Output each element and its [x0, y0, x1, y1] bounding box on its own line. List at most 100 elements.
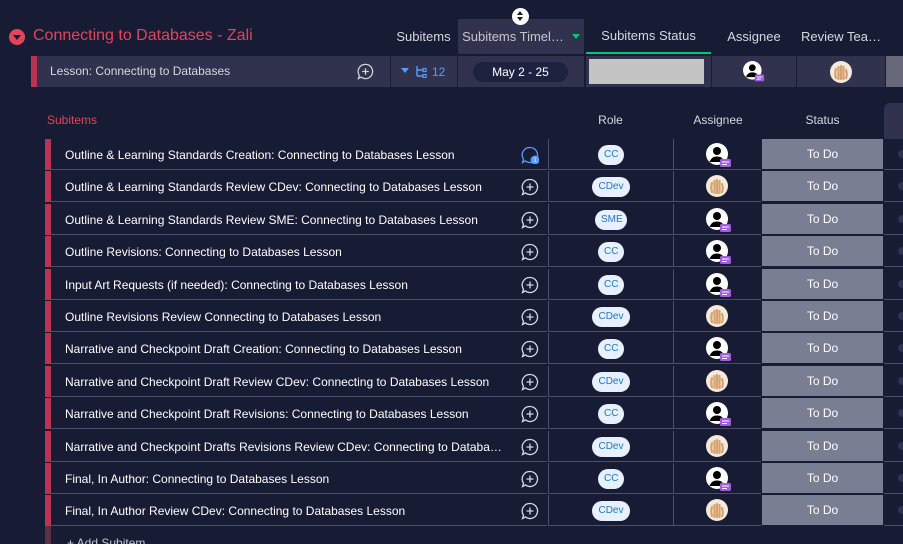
add-update-icon[interactable] — [521, 276, 539, 294]
role-label[interactable]: CDev — [592, 177, 630, 197]
role-cell[interactable]: CC — [548, 463, 673, 494]
subitem-name[interactable]: Narrative and Checkpoint Draft Revisions… — [65, 407, 505, 421]
status-label[interactable]: To Do — [762, 431, 883, 462]
role-cell[interactable]: CC — [548, 236, 673, 267]
hand-avatar-icon[interactable] — [706, 370, 728, 392]
person-avatar-icon[interactable] — [706, 273, 732, 299]
subitem-row[interactable]: Narrative and Checkpoint Draft Review CD… — [45, 366, 903, 398]
group-title[interactable]: Connecting to Databases - Zali — [33, 27, 253, 45]
person-avatar-icon[interactable] — [706, 143, 732, 169]
assignee-cell[interactable] — [673, 431, 761, 462]
role-label[interactable]: CDev — [592, 437, 630, 457]
role-label[interactable]: CC — [598, 469, 624, 489]
column-header-subitems[interactable]: Subitems — [390, 19, 457, 54]
extra-column-cell[interactable] — [884, 171, 903, 202]
add-column-tab[interactable] — [884, 103, 903, 139]
status-label[interactable]: To Do — [762, 171, 883, 202]
subitem-name[interactable]: Narrative and Checkpoint Draft Creation:… — [65, 342, 505, 356]
subitem-row[interactable]: Outline Revisions Review Connecting to D… — [45, 301, 903, 333]
subitem-name[interactable]: Narrative and Checkpoint Draft Review CD… — [65, 375, 505, 389]
subitems-header-role[interactable]: Role — [573, 113, 648, 127]
status-label[interactable]: To Do — [762, 139, 883, 170]
role-cell[interactable]: CC — [548, 333, 673, 364]
column-header-review-team[interactable]: Review Tea… — [797, 19, 885, 54]
subitem-name-cell[interactable]: Narrative and Checkpoint Drafts Revision… — [51, 431, 547, 462]
extra-column-cell[interactable] — [884, 431, 903, 462]
add-update-icon[interactable] — [521, 178, 539, 196]
role-cell[interactable]: SME — [548, 204, 673, 235]
role-cell[interactable]: CC — [548, 269, 673, 300]
subitem-name[interactable]: Outline & Learning Standards Review SME:… — [65, 213, 505, 227]
subitem-name[interactable]: Final, In Author Review CDev: Connecting… — [65, 504, 505, 518]
subitem-row[interactable]: Input Art Requests (if needed): Connecti… — [45, 269, 903, 301]
role-cell[interactable]: CDev — [548, 171, 673, 202]
subitems-count-toggle[interactable]: 12 — [391, 56, 457, 87]
extra-column-cell[interactable] — [884, 204, 903, 235]
add-update-icon[interactable] — [521, 502, 539, 520]
subitem-row[interactable]: Final, In Author Review CDev: Connecting… — [45, 495, 903, 527]
subitem-name-cell[interactable]: Narrative and Checkpoint Draft Review CD… — [51, 366, 547, 397]
assignee-cell[interactable] — [673, 139, 761, 170]
subitem-row[interactable]: Outline & Learning Standards Review SME:… — [45, 204, 903, 236]
extra-column-cell[interactable] — [884, 398, 903, 429]
role-label[interactable]: CDev — [592, 372, 630, 392]
status-label[interactable]: To Do — [762, 204, 883, 235]
add-subitem-row[interactable]: + Add Subitem — [45, 526, 903, 544]
subitem-name[interactable]: Input Art Requests (if needed): Connecti… — [65, 278, 505, 292]
extra-column-cell[interactable] — [884, 463, 903, 494]
role-label[interactable]: SME — [595, 210, 627, 230]
subitems-header-assignee[interactable]: Assignee — [674, 113, 762, 127]
subitem-name-cell[interactable]: Final, In Author Review CDev: Connecting… — [51, 495, 547, 526]
role-cell[interactable]: CC — [548, 139, 673, 170]
subitem-name-cell[interactable]: Input Art Requests (if needed): Connecti… — [51, 269, 547, 300]
add-update-icon[interactable] — [521, 373, 539, 391]
person-avatar-icon[interactable] — [706, 467, 732, 493]
extra-column-cell[interactable] — [884, 366, 903, 397]
assignee-cell[interactable] — [673, 301, 761, 332]
subitem-row[interactable]: Narrative and Checkpoint Draft Creation:… — [45, 333, 903, 365]
status-label[interactable]: To Do — [762, 269, 883, 300]
subitem-name[interactable]: Outline & Learning Standards Review CDev… — [65, 180, 505, 194]
hand-avatar-icon[interactable] — [830, 61, 852, 83]
subitem-name-cell[interactable]: Narrative and Checkpoint Draft Revisions… — [51, 398, 547, 429]
parent-subitems-status-cell[interactable] — [586, 56, 711, 87]
assignee-cell[interactable] — [673, 269, 761, 300]
status-label[interactable]: To Do — [762, 301, 883, 332]
assignee-cell[interactable] — [673, 236, 761, 267]
subitem-name-cell[interactable]: Outline & Learning Standards Review CDev… — [51, 171, 547, 202]
status-label[interactable]: To Do — [762, 236, 883, 267]
extra-column-cell[interactable] — [884, 333, 903, 364]
add-update-icon[interactable] — [521, 211, 539, 229]
person-avatar-icon[interactable] — [743, 61, 765, 83]
person-avatar-icon[interactable] — [706, 240, 732, 266]
extra-column-cell[interactable] — [884, 269, 903, 300]
role-label[interactable]: CC — [598, 339, 624, 359]
role-label[interactable]: CC — [598, 145, 624, 165]
add-update-icon[interactable] — [521, 405, 539, 423]
hand-avatar-icon[interactable] — [706, 175, 728, 197]
parent-extra-column-cell[interactable] — [886, 56, 903, 87]
extra-column-cell[interactable] — [884, 495, 903, 526]
status-label[interactable]: To Do — [762, 463, 883, 494]
role-cell[interactable]: CDev — [548, 301, 673, 332]
subitem-name[interactable]: Outline & Learning Standards Creation: C… — [65, 148, 505, 162]
updates-icon[interactable]: 1 — [521, 146, 539, 164]
extra-column-cell[interactable] — [884, 236, 903, 267]
person-avatar-icon[interactable] — [706, 337, 732, 363]
sort-icon[interactable] — [512, 8, 529, 25]
add-update-icon[interactable] — [521, 340, 539, 358]
role-label[interactable]: CDev — [592, 307, 630, 327]
subitem-row[interactable]: Narrative and Checkpoint Draft Revisions… — [45, 398, 903, 430]
parent-review-team-cell[interactable] — [797, 56, 885, 87]
add-update-icon[interactable] — [357, 63, 374, 80]
status-label[interactable]: To Do — [762, 366, 883, 397]
assignee-cell[interactable] — [673, 398, 761, 429]
parent-timeline-cell[interactable]: May 2 - 25 — [458, 56, 584, 87]
assignee-cell[interactable] — [673, 463, 761, 494]
subitems-header-status[interactable]: Status — [762, 113, 883, 127]
subitem-name[interactable]: Narrative and Checkpoint Drafts Revision… — [65, 440, 505, 454]
extra-column-cell[interactable] — [884, 301, 903, 332]
hand-avatar-icon[interactable] — [706, 305, 728, 327]
parent-assignee-cell[interactable] — [712, 56, 796, 87]
add-subitem-button[interactable]: + Add Subitem — [67, 536, 145, 544]
